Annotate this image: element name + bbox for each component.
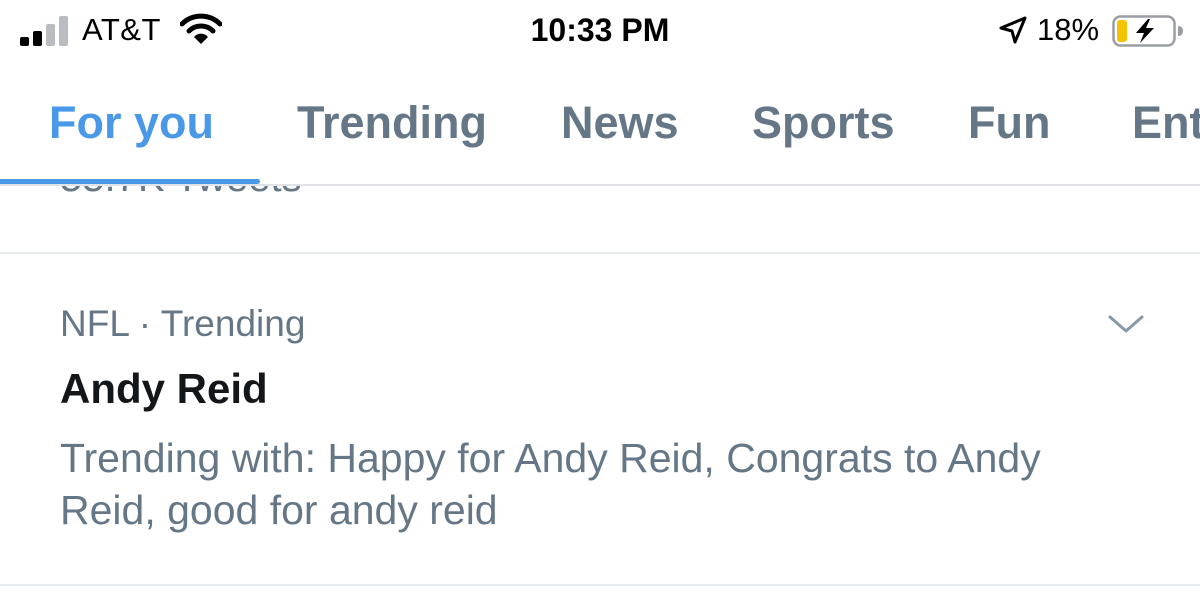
trend-title: Andy Reid: [60, 365, 268, 412]
battery-percentage: 18%: [1037, 12, 1100, 47]
tab-entertainment[interactable]: Ent: [1132, 96, 1200, 150]
clock-time: 10:33 PM: [530, 12, 670, 48]
wifi-icon: [180, 13, 222, 44]
previous-trend-tweet-count: 55.7K Tweets: [60, 186, 302, 202]
status-bar: AT&T 10:33 PM 18%: [0, 0, 1200, 64]
cellular-signal-icon: [20, 14, 70, 46]
tab-trending[interactable]: Trending: [297, 96, 487, 150]
explore-tab-bar: For you Trending News Sports Fun Ent: [0, 64, 1200, 186]
trend-divider: [0, 584, 1200, 586]
carrier-name: AT&T: [82, 12, 161, 47]
tab-fun[interactable]: Fun: [968, 96, 1050, 150]
trend-context: NFL · Trending: [60, 303, 306, 344]
tab-bar-divider: [0, 184, 1200, 186]
trends-feed[interactable]: 55.7K Tweets NFL · Trending Andy Reid Tr…: [0, 186, 1200, 598]
location-arrow-icon: [999, 16, 1027, 44]
trend-description: Trending with: Happy for Andy Reid, Cong…: [60, 435, 1041, 533]
battery-charging-icon: [1112, 15, 1183, 47]
tab-news[interactable]: News: [561, 96, 679, 150]
tab-for-you[interactable]: For you: [49, 96, 214, 150]
chevron-down-icon[interactable]: [1106, 312, 1146, 336]
trend-item[interactable]: NFL · Trending Andy Reid Trending with: …: [0, 254, 1200, 584]
screen: AT&T 10:33 PM 18% For you Trending News …: [0, 0, 1200, 598]
tab-sports[interactable]: Sports: [752, 96, 895, 150]
